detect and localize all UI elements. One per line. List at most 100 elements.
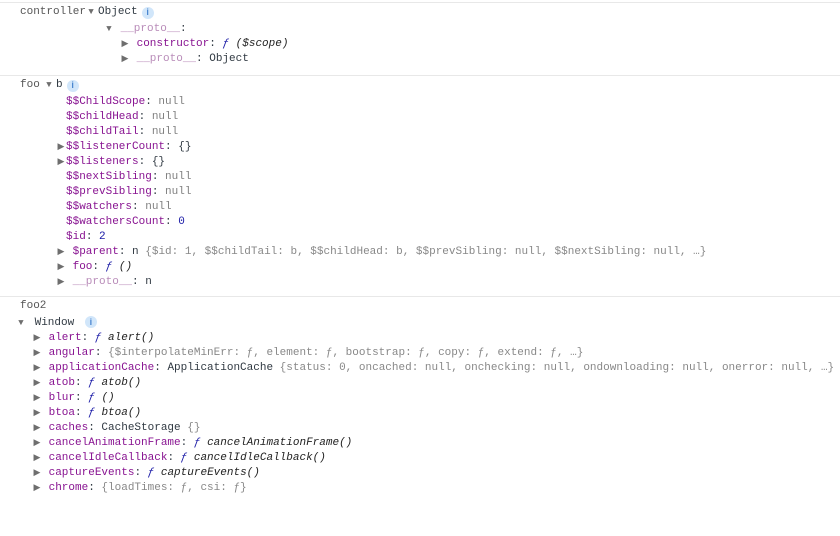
constructor-row[interactable]: ▶ constructor: ƒ ($scope): [0, 37, 840, 52]
angular-row[interactable]: ▶ angular: {$interpolateMinErr: ƒ, eleme…: [0, 346, 840, 361]
expand-arrow[interactable]: ▶: [120, 52, 130, 67]
group-controller: controller ▼ Object i: [0, 2, 840, 22]
function-sig: cancelIdleCallback(): [194, 452, 326, 464]
section-label: controller: [4, 5, 86, 20]
expand-arrow[interactable]: ▶: [56, 245, 66, 260]
function-sig: captureEvents(): [161, 467, 260, 479]
group-foo: foo ▼ b i: [0, 75, 840, 95]
prop-name: atob: [49, 377, 75, 389]
prop-name: chrome: [49, 482, 89, 494]
alert-row[interactable]: ▶ alert: ƒ alert(): [0, 331, 840, 346]
expand-arrow[interactable]: ▶: [32, 481, 42, 496]
expand-arrow[interactable]: ▶: [56, 275, 66, 290]
section-label: foo2: [4, 299, 46, 314]
property-row: $$childHead: null: [0, 110, 840, 125]
property-row[interactable]: ▶$$listeners: {}: [0, 155, 840, 170]
prop-name: $$ChildScope: [66, 96, 145, 108]
object-preview: {status: 0, oncached: null, onchecking: …: [280, 362, 835, 374]
expand-arrow[interactable]: ▶: [120, 37, 130, 52]
prop-value: 2: [99, 231, 106, 243]
prop-value: 0: [178, 216, 185, 228]
prop-name: cancelAnimationFrame: [49, 437, 181, 449]
foo-fn-row[interactable]: ▶ foo: ƒ (): [0, 260, 840, 275]
prop-value: null: [165, 186, 191, 198]
prop-value: Object: [209, 53, 249, 65]
prop-value: null: [145, 201, 171, 213]
atob-row[interactable]: ▶ atob: ƒ atob(): [0, 376, 840, 391]
inner-proto-row[interactable]: ▶ __proto__: Object: [0, 52, 840, 67]
expand-arrow[interactable]: ▶: [32, 466, 42, 481]
window-row[interactable]: ▼ Window i: [0, 316, 840, 331]
prop-value: null: [165, 171, 191, 183]
expand-arrow[interactable]: ▶: [56, 140, 66, 155]
prop-name: $$listenerCount: [66, 141, 165, 153]
prop-value: {}: [178, 141, 191, 153]
function-sig: cancelAnimationFrame(): [207, 437, 352, 449]
cancelanimframe-row[interactable]: ▶ cancelAnimationFrame: ƒ cancelAnimatio…: [0, 436, 840, 451]
expand-arrow[interactable]: ▶: [56, 155, 66, 170]
chrome-row[interactable]: ▶ chrome: {loadTimes: ƒ, csi: ƒ}: [0, 481, 840, 496]
expand-arrow[interactable]: ▶: [32, 421, 42, 436]
prop-name: __proto__: [121, 23, 180, 35]
function-sig: ($scope): [236, 38, 289, 50]
btoa-row[interactable]: ▶ btoa: ƒ btoa(): [0, 406, 840, 421]
info-icon[interactable]: i: [142, 7, 154, 19]
prop-name: $id: [66, 231, 86, 243]
expand-arrow[interactable]: ▼: [86, 5, 96, 20]
function-f: ƒ: [181, 452, 188, 464]
expand-arrow[interactable]: ▶: [32, 406, 42, 421]
parent-row[interactable]: ▶ $parent: n {$id: 1, $$childTail: b, $$…: [0, 245, 840, 260]
class-name: ApplicationCache: [167, 362, 273, 374]
expand-arrow[interactable]: ▶: [32, 391, 42, 406]
expand-arrow[interactable]: ▼: [16, 316, 26, 331]
caches-row[interactable]: ▶ caches: CacheStorage {}: [0, 421, 840, 436]
prop-name: $$prevSibling: [66, 186, 152, 198]
expand-arrow[interactable]: ▼: [44, 78, 54, 93]
expand-arrow[interactable]: ▶: [32, 376, 42, 391]
proto-row[interactable]: ▼ __proto__:: [0, 22, 840, 37]
property-row: $$nextSibling: null: [0, 170, 840, 185]
captureevents-row[interactable]: ▶ captureEvents: ƒ captureEvents(): [0, 466, 840, 481]
expand-arrow[interactable]: ▶: [56, 260, 66, 275]
object-type: Window: [35, 317, 75, 329]
object-preview: {}: [187, 422, 200, 434]
function-sig: btoa(): [101, 407, 141, 419]
prop-name: btoa: [49, 407, 75, 419]
prop-value: null: [152, 126, 178, 138]
blur-row[interactable]: ▶ blur: ƒ (): [0, 391, 840, 406]
prop-name: angular: [49, 347, 95, 359]
function-sig: (): [119, 261, 132, 273]
appcache-row[interactable]: ▶ applicationCache: ApplicationCache {st…: [0, 361, 840, 376]
prop-name: alert: [49, 332, 82, 344]
expand-arrow[interactable]: ▶: [32, 361, 42, 376]
prop-name: $$watchers: [66, 201, 132, 213]
object-type: b: [56, 78, 63, 93]
object-preview: {loadTimes: ƒ, csi: ƒ}: [101, 482, 246, 494]
prop-name: captureEvents: [49, 467, 135, 479]
function-sig: alert(): [108, 332, 154, 344]
foo-proto-row[interactable]: ▶ __proto__: n: [0, 275, 840, 290]
property-row: $$watchers: null: [0, 200, 840, 215]
object-preview: {$interpolateMinErr: ƒ, element: ƒ, boot…: [108, 347, 583, 359]
expand-arrow[interactable]: ▶: [32, 331, 42, 346]
class-name: n: [132, 246, 139, 258]
object-type: Object: [98, 5, 138, 20]
prop-name: __proto__: [137, 53, 196, 65]
cancelidle-row[interactable]: ▶ cancelIdleCallback: ƒ cancelIdleCallba…: [0, 451, 840, 466]
info-icon[interactable]: i: [67, 80, 79, 92]
prop-name: __proto__: [73, 276, 132, 288]
expand-arrow[interactable]: ▼: [104, 22, 114, 37]
expand-arrow[interactable]: ▶: [32, 346, 42, 361]
property-row: $$childTail: null: [0, 125, 840, 140]
expand-arrow[interactable]: ▶: [32, 451, 42, 466]
prop-name: $$watchersCount: [66, 216, 165, 228]
function-f: ƒ: [106, 261, 113, 273]
expand-arrow[interactable]: ▶: [32, 436, 42, 451]
info-icon[interactable]: i: [85, 316, 97, 328]
prop-name: constructor: [137, 38, 210, 50]
function-f: ƒ: [222, 38, 229, 50]
function-f: ƒ: [88, 407, 95, 419]
function-f: ƒ: [88, 377, 95, 389]
function-sig: (): [101, 392, 114, 404]
property-row[interactable]: ▶$$listenerCount: {}: [0, 140, 840, 155]
